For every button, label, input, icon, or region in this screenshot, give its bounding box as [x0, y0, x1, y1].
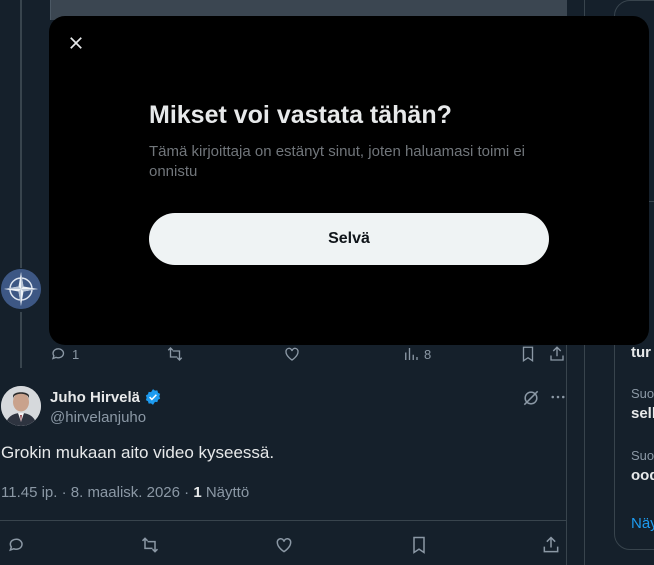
- views-icon: [405, 348, 418, 360]
- repost-button[interactable]: [139, 535, 161, 555]
- more-options-button[interactable]: [549, 388, 567, 406]
- repost-icon: [141, 537, 159, 553]
- verified-badge-icon: [145, 389, 161, 405]
- tweet-meta: 11.45 ip. · 8. maalisk. 2026 · 1 Näyttö: [1, 484, 249, 501]
- avatar[interactable]: [1, 269, 41, 309]
- trend-item-label: Suo: [631, 386, 654, 401]
- timestamp[interactable]: 11.45 ip. · 8. maalisk. 2026 ·: [1, 484, 193, 501]
- more-icon: [551, 395, 565, 399]
- repost-icon: [167, 347, 183, 361]
- nato-star-icon: [1, 269, 41, 309]
- view-count: 1: [193, 484, 202, 501]
- grok-icon: [523, 390, 539, 406]
- reply-icon: [9, 538, 23, 552]
- author-line[interactable]: Juho Hirvelä: [50, 388, 162, 406]
- reply-button[interactable]: 1: [50, 345, 79, 363]
- bookmark-button[interactable]: [409, 535, 429, 555]
- bookmark-button[interactable]: [519, 345, 537, 363]
- reply-icon: [51, 348, 65, 360]
- share-icon: [550, 346, 564, 361]
- like-button[interactable]: [274, 535, 294, 555]
- share-icon: [543, 536, 559, 553]
- close-icon: [70, 37, 82, 49]
- reply-button[interactable]: [7, 535, 27, 555]
- dialog-body: Tämä kirjoittaja on estänyt sinut, joten…: [149, 143, 526, 180]
- grok-button[interactable]: [521, 388, 541, 408]
- author-name[interactable]: Juho Hirvelä: [50, 389, 140, 406]
- close-button[interactable]: [59, 26, 93, 60]
- tweet-text: Grokin mukaan aito video kyseessä.: [1, 443, 275, 462]
- trend-item-label: Suo: [631, 448, 654, 463]
- share-button[interactable]: [548, 345, 566, 363]
- trend-item-text[interactable]: ood: [631, 467, 654, 484]
- avatar[interactable]: [1, 386, 41, 426]
- view-label: Näyttö: [201, 484, 250, 501]
- reply-count: 1: [72, 346, 80, 362]
- share-button[interactable]: [541, 535, 561, 555]
- dialog-title: Mikset voi vastata tähän?: [149, 101, 452, 129]
- got-it-button[interactable]: Selvä: [149, 213, 549, 265]
- repost-button[interactable]: [165, 345, 185, 363]
- views-button[interactable]: 8: [402, 345, 431, 363]
- like-button[interactable]: [283, 345, 301, 363]
- thread-line: [20, 312, 22, 368]
- show-more-link[interactable]: Näy: [631, 515, 654, 532]
- heart-icon: [285, 347, 299, 361]
- trend-item-text[interactable]: sell: [631, 405, 654, 422]
- trend-item-text[interactable]: tur: [631, 344, 651, 361]
- blocked-reply-dialog: Mikset voi vastata tähän? Tämä kirjoitta…: [49, 16, 649, 345]
- thread-line: [20, 0, 22, 268]
- divider: [0, 520, 567, 521]
- bookmark-icon: [413, 536, 425, 554]
- profile-photo: [1, 386, 41, 426]
- view-count: 8: [424, 346, 432, 362]
- bookmark-icon: [522, 346, 534, 363]
- heart-icon: [276, 537, 292, 553]
- author-handle[interactable]: @hirvelanjuho: [50, 409, 146, 426]
